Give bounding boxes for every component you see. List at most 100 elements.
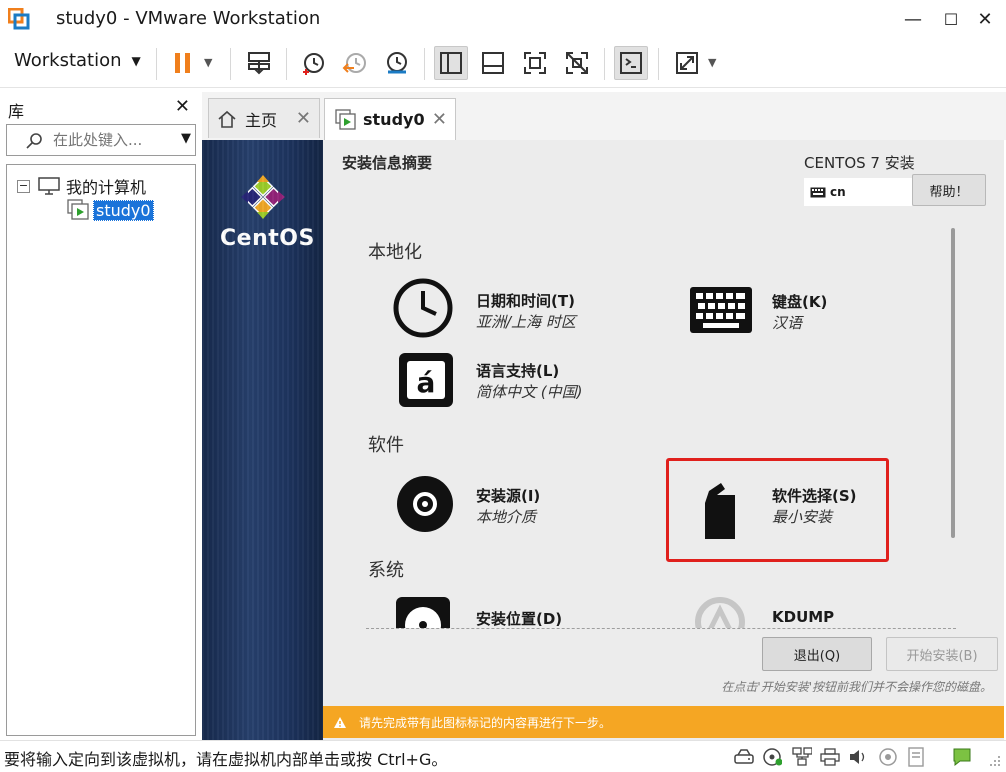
section-software-title: 软件 [368, 435, 404, 456]
tree-expander[interactable]: − [17, 179, 30, 193]
tree-node-my-computer[interactable]: − 我的计算机 [17, 174, 146, 198]
kdump-icon[interactable] [694, 596, 746, 628]
close-tab-home-icon[interactable]: ✕ [296, 108, 311, 129]
workstation-menu[interactable]: Workstation ▼ [14, 50, 141, 71]
close-library-button[interactable]: ✕ [175, 96, 190, 117]
search-icon [26, 133, 42, 149]
snapshot-clock-icon [303, 53, 324, 75]
clock-icon[interactable] [390, 275, 456, 341]
send-ctrl-alt-del-button[interactable] [242, 46, 276, 80]
package-icon[interactable] [690, 478, 756, 544]
stretch-icon [676, 52, 698, 74]
hard-disk-status-icon[interactable] [734, 747, 754, 767]
sound-status-icon[interactable] [848, 747, 868, 767]
hard-disk-icon[interactable] [392, 595, 454, 628]
workstation-menu-label: Workstation [14, 50, 122, 71]
spoke-destination-name[interactable]: 安装位置(D) [476, 608, 562, 629]
tab-home-label: 主页 [245, 110, 278, 130]
message-log-icon[interactable] [952, 747, 972, 767]
vmware-logo-icon [7, 7, 30, 30]
library-search-input[interactable] [53, 129, 173, 151]
snapshot-manager-button[interactable] [380, 46, 414, 80]
computer-icon [38, 177, 60, 195]
title-bar: study0 - VMware Workstation — ☐ ✕ [0, 0, 1006, 38]
vm-console[interactable]: CentOS 安装信息摘要 CENTOS 7 安装 cn 帮助！ 本地化 日期和… [202, 140, 1004, 740]
installation-summary-title: 安装信息摘要 [342, 154, 433, 172]
library-tree: − 我的计算机 study0 [6, 164, 196, 736]
toolbar-divider [424, 48, 425, 80]
usb-status-icon[interactable] [878, 747, 898, 767]
close-tab-study0-icon[interactable]: ✕ [432, 109, 447, 130]
pause-icon [175, 53, 190, 73]
help-button[interactable]: 帮助！ [912, 174, 986, 206]
thumbnail-layout-icon [482, 52, 504, 74]
resize-grip-icon[interactable] [988, 753, 1002, 767]
quit-button[interactable]: 退出(Q) [762, 637, 872, 671]
warning-bar: 请先完成带有此图标标记的内容再进行下一步。 [323, 706, 1004, 738]
tab-home[interactable]: 主页 ✕ [208, 98, 320, 138]
section-localization-title: 本地化 [368, 242, 422, 263]
scroll-fade-divider [366, 628, 956, 629]
section-system-title: 系统 [368, 560, 404, 581]
snapshot-button[interactable] [296, 46, 330, 80]
tab-study0-label: study0 [363, 110, 425, 129]
send-keys-icon [248, 52, 270, 75]
vm-running-icon [335, 108, 356, 130]
pause-button[interactable] [166, 46, 200, 80]
tree-label-my-computer: 我的计算机 [66, 178, 147, 197]
spoke-source-status: 本地介质 [476, 508, 537, 526]
toolbar-divider [230, 48, 231, 80]
tree-node-study0[interactable]: study0 [67, 199, 154, 221]
cd-dvd-status-icon[interactable] [762, 747, 782, 767]
stretch-view-button[interactable] [670, 46, 704, 80]
installer-sidebar: CentOS [202, 140, 323, 740]
tree-label-study0: study0 [93, 199, 154, 221]
keyboard-layout-indicator[interactable]: cn [804, 178, 912, 206]
spoke-language-status: 简体中文 (中国) [476, 383, 583, 401]
spoke-kdump-name[interactable]: KDUMP [772, 608, 834, 626]
toolbar-divider [286, 48, 287, 80]
keyboard-small-icon [810, 187, 826, 197]
unity-button[interactable] [560, 46, 594, 80]
toolbar-divider [658, 48, 659, 80]
revert-snapshot-icon [342, 53, 366, 73]
pause-dropdown-caret[interactable]: ▼ [204, 56, 212, 69]
network-status-icon[interactable] [792, 747, 812, 767]
stretch-dropdown-caret[interactable]: ▼ [708, 56, 716, 69]
search-dropdown-caret[interactable]: ▼ [181, 131, 191, 146]
disc-icon[interactable] [392, 471, 458, 537]
full-screen-button[interactable] [518, 46, 552, 80]
spoke-datetime-name[interactable]: 日期和时间(T) [476, 290, 575, 311]
display-status-icon[interactable] [906, 747, 926, 767]
vm-running-icon [67, 199, 89, 220]
tab-bar: 主页 ✕ study0 ✕ [202, 92, 1006, 140]
centos-logo-icon [241, 175, 285, 219]
svg-text:á: á [417, 366, 436, 399]
maximize-button[interactable]: ☐ [936, 6, 966, 32]
minimize-button[interactable]: — [898, 6, 928, 32]
printer-status-icon[interactable] [820, 747, 840, 767]
thumbnail-bar-button[interactable] [476, 46, 510, 80]
spoke-source-name[interactable]: 安装源(I) [476, 485, 540, 506]
keyboard-layout-value: cn [830, 185, 846, 199]
begin-installation-button[interactable]: 开始安装(B) [886, 637, 998, 671]
show-library-button[interactable] [434, 46, 468, 80]
warning-text: 请先完成带有此图标标记的内容再进行下一步。 [359, 715, 612, 730]
console-view-button[interactable] [614, 46, 648, 80]
scrollbar[interactable] [951, 228, 955, 538]
spoke-software-status: 最小安装 [772, 508, 833, 526]
tab-study0[interactable]: study0 ✕ [324, 98, 456, 140]
centos-brand-text: CentOS [220, 226, 315, 251]
full-screen-icon [524, 52, 546, 74]
close-window-button[interactable]: ✕ [970, 6, 1000, 32]
spoke-software-name[interactable]: 软件选择(S) [772, 485, 857, 506]
warning-icon [334, 716, 346, 728]
spoke-language-name[interactable]: 语言支持(L) [476, 360, 559, 381]
revert-snapshot-button[interactable] [338, 46, 372, 80]
keyboard-icon[interactable] [688, 278, 754, 344]
chevron-down-icon: ▼ [131, 53, 141, 68]
unity-icon [566, 52, 588, 74]
library-search[interactable]: ▼ [6, 124, 196, 156]
spoke-keyboard-name[interactable]: 键盘(K) [772, 291, 827, 312]
language-icon[interactable]: á [392, 347, 458, 413]
